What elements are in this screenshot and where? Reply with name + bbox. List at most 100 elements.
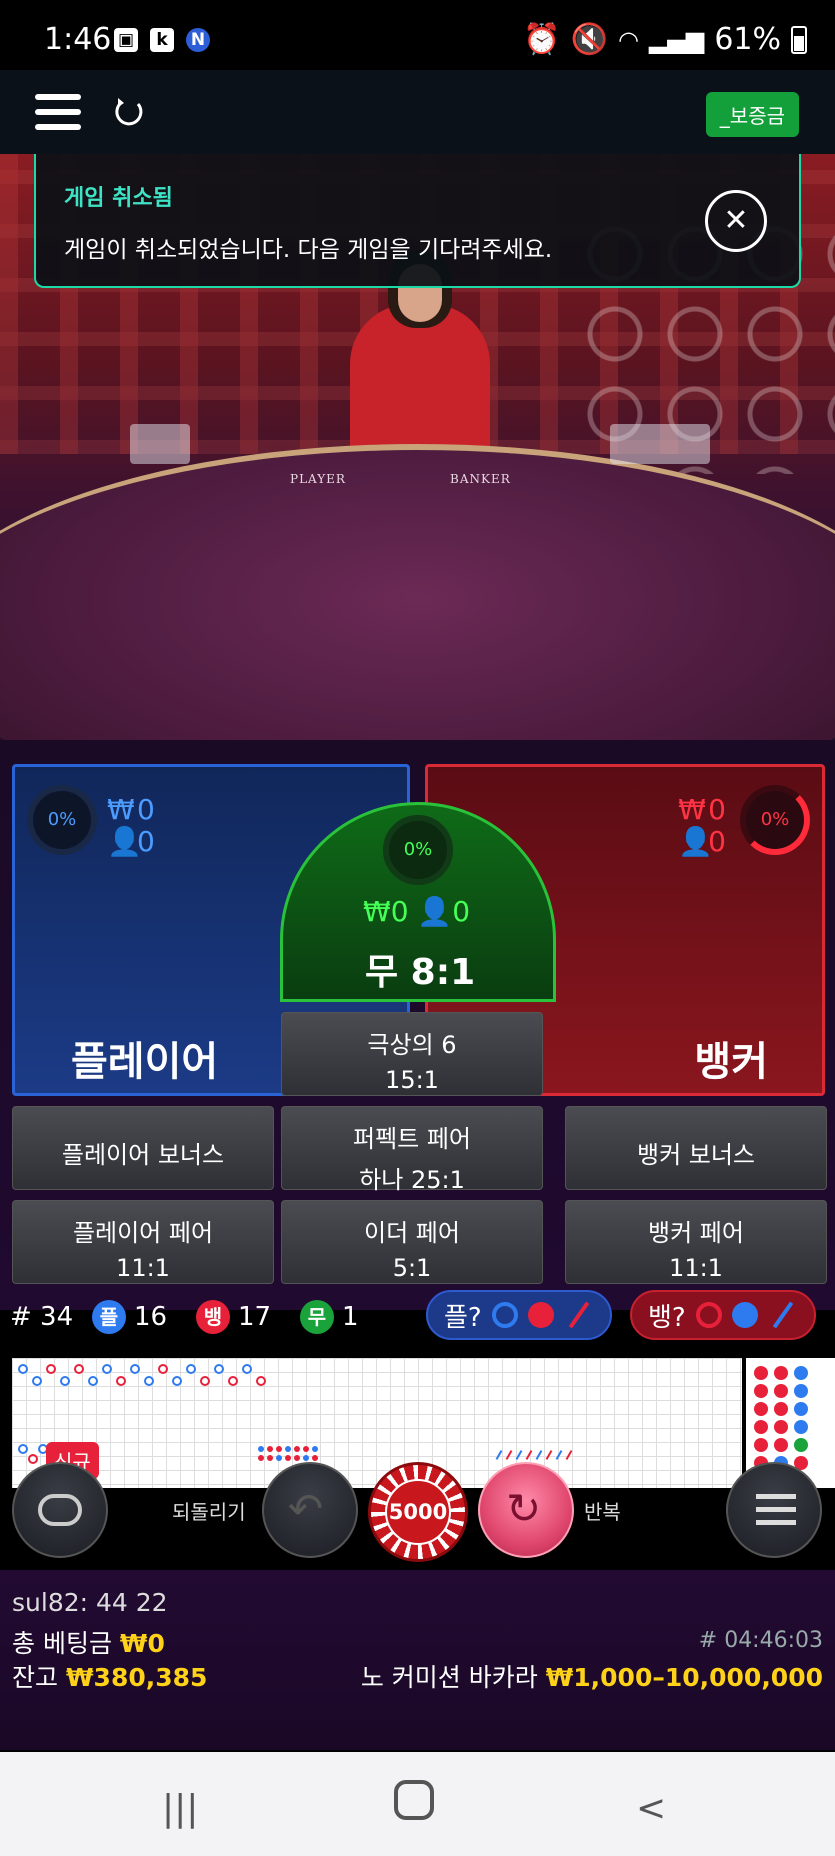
- road-mark: [276, 1446, 282, 1452]
- chat-button[interactable]: [12, 1462, 108, 1558]
- close-icon[interactable]: ✕: [705, 190, 767, 252]
- perfect-pair-bet-spot[interactable]: 퍼펙트 페어 하나 25:1: [281, 1106, 543, 1194]
- bead-mark: [794, 1402, 808, 1416]
- road-mark: [258, 1446, 264, 1452]
- repeat-icon: ↻: [506, 1484, 542, 1533]
- cancel-toast: 게임 취소됨 게임이 취소되었습니다. 다음 게임을 기다려주세요. ✕: [34, 154, 801, 288]
- user-icon: 👤: [107, 825, 142, 858]
- chat-icon: [38, 1494, 82, 1526]
- banker-ring: 0%: [740, 785, 810, 855]
- banker-predict-button[interactable]: 뱅?: [630, 1290, 816, 1340]
- table-banker-label: BANKER: [450, 472, 511, 486]
- player-dot: 플: [92, 1300, 126, 1334]
- table-limits: 노 커미션 바카라 ₩1,000–10,000,000: [361, 1658, 823, 1694]
- road-mark: [276, 1455, 282, 1461]
- total-bet-label: 총 베팅금: [12, 1629, 112, 1658]
- either-pair-odds: 5:1: [392, 1254, 432, 1282]
- bead-mark: [774, 1420, 788, 1434]
- road-mark: [242, 1364, 252, 1374]
- back-icon[interactable]: <: [636, 1788, 666, 1829]
- road-mark: [200, 1376, 210, 1386]
- road-mark: [46, 1364, 56, 1374]
- user-icon: 👤: [678, 825, 714, 858]
- player-bonus-label: 플레이어 보너스: [61, 1141, 225, 1169]
- road-mark: [545, 1450, 553, 1460]
- recents-icon[interactable]: |||: [162, 1788, 198, 1829]
- road-mark: [258, 1455, 264, 1461]
- status-right: ⏰ 🔇 ◠ ▂▄▆ 61%: [523, 22, 807, 57]
- super6-bet-spot[interactable]: 극상의 6 15:1: [281, 1012, 543, 1096]
- banker-pair-label: 뱅커 페어: [648, 1219, 744, 1247]
- toast-title: 게임 취소됨: [64, 186, 173, 211]
- banker-label: 뱅커: [694, 1039, 768, 1085]
- signal-icon: ▂▄▆: [648, 25, 705, 54]
- home-icon[interactable]: [394, 1780, 434, 1820]
- road-mark: [495, 1450, 503, 1460]
- limit-range: ₩1,000–10,000,000: [545, 1663, 823, 1692]
- wifi-icon: ◠: [617, 25, 639, 54]
- user-icon: 👤: [417, 895, 453, 928]
- road-mark: [228, 1376, 238, 1386]
- player-label: 플레이어: [71, 1039, 219, 1085]
- road-mark: [535, 1450, 543, 1460]
- menu-icon: [756, 1494, 796, 1525]
- tie-label: 무 8:1: [365, 952, 476, 993]
- player-pair-bet-spot[interactable]: 플레이어 페어 11:1: [12, 1200, 274, 1284]
- road-mark: [285, 1446, 291, 1452]
- k-icon: k: [150, 28, 174, 52]
- balance-label: 잔고: [12, 1663, 59, 1692]
- menu-button[interactable]: [726, 1462, 822, 1558]
- road-mark: [555, 1450, 563, 1460]
- card-tray: [610, 424, 710, 464]
- super6-label: 극상의 6: [367, 1031, 457, 1059]
- bead-mark: [754, 1384, 768, 1398]
- road-mark: [172, 1376, 182, 1386]
- table-name: 노 커미션 바카라: [360, 1663, 538, 1692]
- road-map[interactable]: [12, 1358, 742, 1488]
- road-mark: [294, 1455, 300, 1461]
- deposit-button[interactable]: _보증금: [705, 92, 799, 137]
- road-mark: [18, 1364, 28, 1374]
- player-predict-button[interactable]: 플?: [426, 1290, 612, 1340]
- tie-stats: ₩0 👤0: [363, 895, 471, 928]
- status-time: 1:46: [44, 22, 112, 57]
- player-predict-label: 플?: [444, 1302, 482, 1333]
- bead-mark: [794, 1366, 808, 1380]
- app-bar: _보증금: [0, 70, 835, 154]
- baccarat-table: [0, 444, 835, 754]
- player-bonus-bet-spot[interactable]: 플레이어 보너스: [12, 1106, 274, 1190]
- chip-selector[interactable]: 5000: [368, 1462, 468, 1562]
- banker-pair-odds: 11:1: [669, 1254, 723, 1282]
- road-mark: [74, 1364, 84, 1374]
- android-nav-bar: ||| <: [0, 1752, 835, 1856]
- undo-icon: ↶: [288, 1484, 324, 1533]
- repeat-label: 반복: [584, 1500, 621, 1524]
- n-icon: N: [186, 28, 210, 52]
- player-win-count: 16: [134, 1302, 168, 1332]
- either-pair-bet-spot[interactable]: 이더 페어 5:1: [281, 1200, 543, 1284]
- banker-pair-bet-spot[interactable]: 뱅커 페어 11:1: [565, 1200, 827, 1284]
- road-mark: [312, 1455, 318, 1461]
- reload-icon[interactable]: [112, 94, 148, 130]
- predict-circle-icon: [695, 1302, 722, 1328]
- repeat-button[interactable]: ↻: [478, 1462, 574, 1558]
- road-mark: [312, 1446, 318, 1452]
- banker-bonus-bet-spot[interactable]: 뱅커 보너스: [565, 1106, 827, 1190]
- player-wins: 플 16: [92, 1300, 167, 1334]
- game-id: # 04:46:03: [698, 1628, 823, 1653]
- round-number: # 34: [10, 1302, 74, 1332]
- predict-dot-icon: [527, 1302, 554, 1328]
- predict-circle-icon: [491, 1302, 518, 1328]
- predict-slash-icon: [772, 1301, 793, 1329]
- betting-area: 0% ₩0 👤0 플레이어 0% ₩0 👤0 뱅커 0% ₩0 👤0 무 8:1…: [0, 740, 835, 1310]
- hamburger-icon[interactable]: [35, 94, 81, 130]
- road-mark: [303, 1446, 309, 1452]
- road-mark: [285, 1455, 291, 1461]
- battery-icon: [791, 25, 807, 54]
- undo-button[interactable]: ↶: [262, 1462, 358, 1558]
- super6-odds: 15:1: [385, 1066, 439, 1094]
- card-shoe: [130, 424, 190, 464]
- road-mark: [505, 1450, 513, 1460]
- bead-mark: [794, 1384, 808, 1398]
- road-mark: [158, 1364, 168, 1374]
